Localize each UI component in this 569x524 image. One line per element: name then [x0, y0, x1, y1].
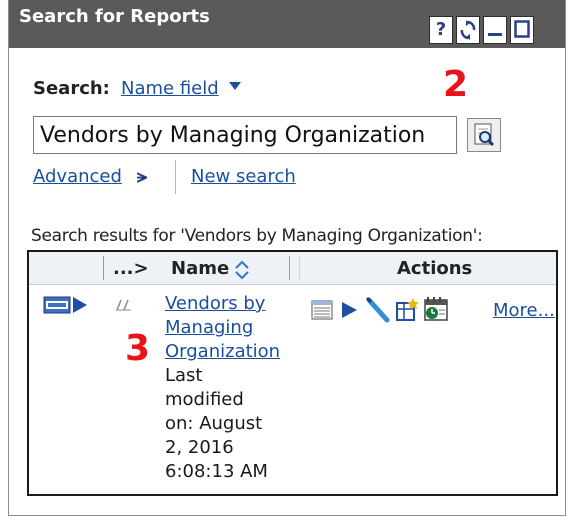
- refresh-icon: [460, 20, 476, 40]
- double-chevron-down-icon[interactable]: ⪫: [137, 166, 147, 187]
- maximize-button[interactable]: [510, 16, 534, 44]
- maximize-icon: [514, 20, 530, 38]
- refresh-button[interactable]: [456, 16, 480, 44]
- search-button[interactable]: [467, 118, 501, 152]
- results-caption: Search results for 'Vendors by Managing …: [31, 226, 483, 246]
- meta-line: modified: [165, 389, 244, 410]
- column-more-header[interactable]: ...>: [113, 258, 149, 279]
- advanced-link[interactable]: Advanced: [33, 166, 122, 187]
- column-divider: [103, 256, 104, 280]
- meta-line: Last: [165, 365, 203, 386]
- annotation-step-2: 2: [443, 64, 469, 105]
- minimize-button[interactable]: [483, 16, 507, 44]
- chevron-down-icon[interactable]: [229, 82, 241, 90]
- report-name-line[interactable]: Vendors by: [165, 292, 280, 316]
- title-bar: Search for Reports ?: [9, 0, 565, 48]
- results-table: ...> Name Actions Vendors by Managing Or…: [27, 250, 558, 496]
- run-icon[interactable]: [339, 300, 359, 320]
- last-modified-text: Last modified on: August 2, 2016 6:08:13…: [165, 364, 285, 484]
- meta-line: 2, 2016: [165, 437, 234, 458]
- report-name-line[interactable]: Managing: [165, 316, 280, 340]
- search-reports-panel: Search for Reports ? Search: Name field …: [8, 0, 566, 516]
- report-name-link[interactable]: Vendors by Managing Organization: [165, 292, 280, 364]
- new-search-link[interactable]: New search: [191, 166, 296, 187]
- new-view-icon[interactable]: [395, 298, 419, 322]
- html-report-icon[interactable]: [43, 294, 91, 316]
- minimize-icon: [488, 33, 502, 36]
- search-label: Search:: [33, 78, 110, 99]
- search-field-selector[interactable]: Name field: [121, 78, 219, 99]
- column-name-header[interactable]: Name: [171, 258, 229, 279]
- annotation-step-3: 3: [125, 328, 151, 369]
- divider: [175, 160, 176, 194]
- meta-line: on: August: [165, 413, 263, 434]
- sort-icon[interactable]: [233, 260, 251, 280]
- search-icon: [474, 123, 495, 147]
- panel-title: Search for Reports: [19, 6, 210, 27]
- more-actions-link[interactable]: More...: [493, 300, 555, 321]
- column-divider: [299, 256, 300, 280]
- results-table-header: ...> Name Actions: [29, 252, 556, 285]
- column-actions-header: Actions: [397, 258, 473, 279]
- search-input[interactable]: [33, 116, 457, 154]
- column-divider: [289, 256, 290, 280]
- properties-icon[interactable]: [311, 300, 333, 320]
- help-button[interactable]: ?: [429, 16, 453, 44]
- edit-tag-icon: [116, 299, 131, 311]
- schedule-icon[interactable]: [423, 296, 451, 322]
- edit-pencil-icon[interactable]: [363, 296, 391, 324]
- report-name-line[interactable]: Organization: [165, 340, 280, 364]
- meta-line: 6:08:13 AM: [165, 461, 268, 482]
